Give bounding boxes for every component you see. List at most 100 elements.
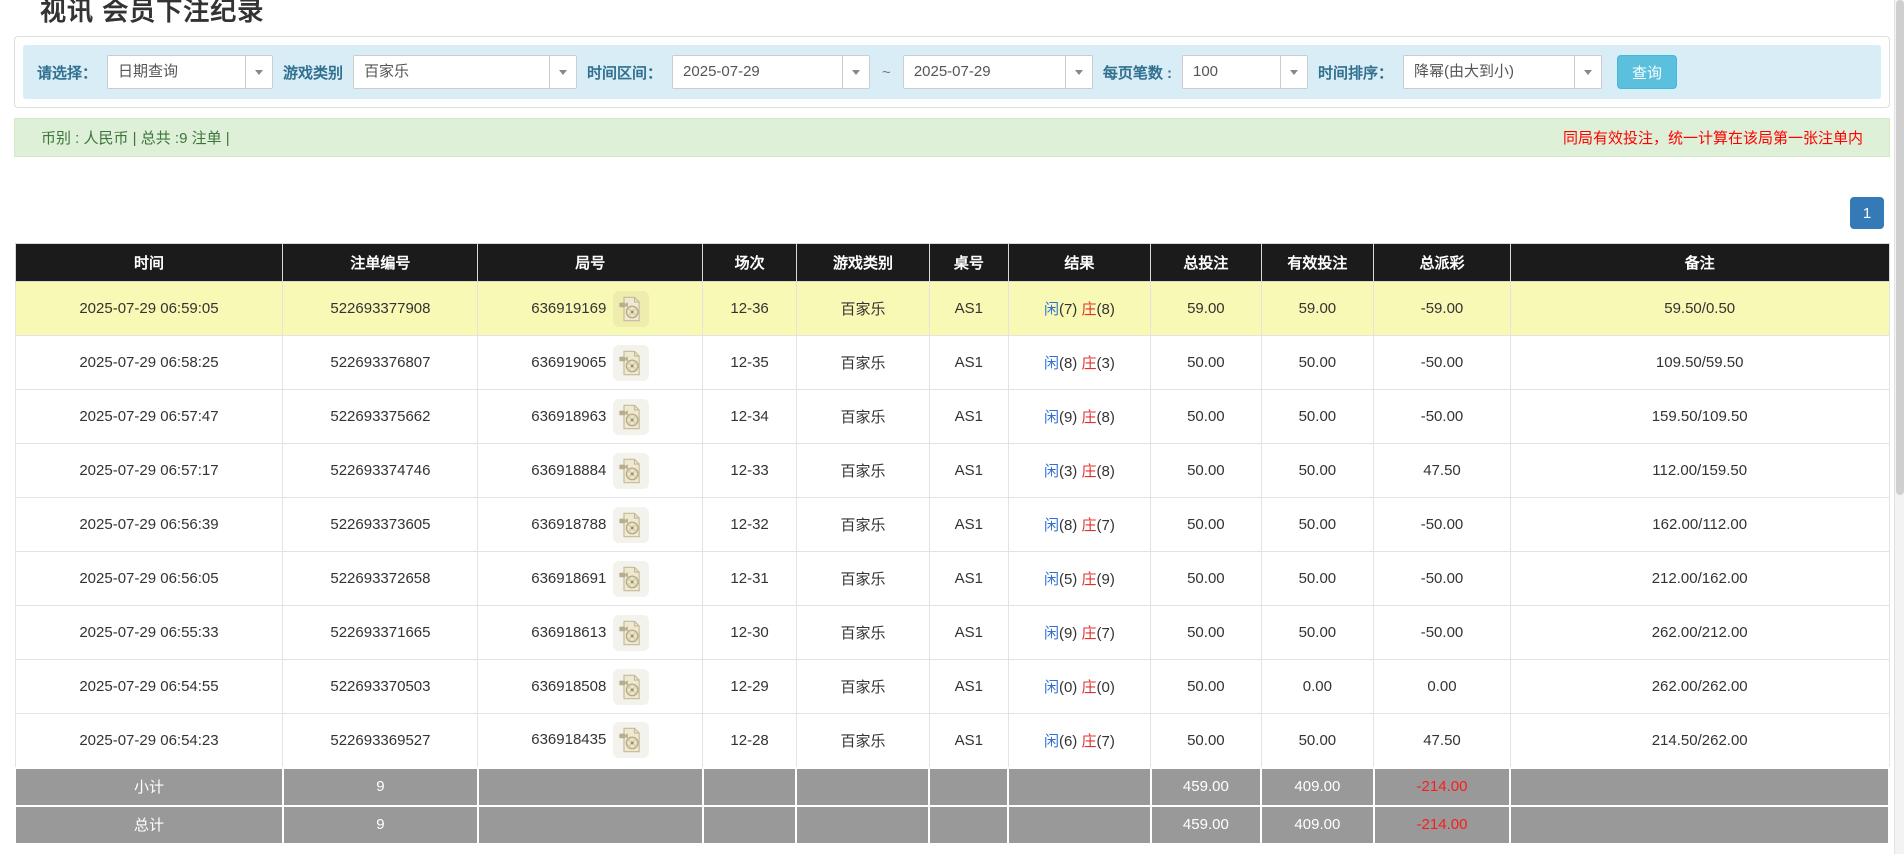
- total-valid-bet: 409.00: [1260, 766, 1375, 807]
- cell-game-type: 百家乐: [795, 551, 930, 606]
- cell-bet-id: 522693374746: [282, 443, 479, 498]
- cell-bet-id: 522693369527: [282, 713, 479, 768]
- table-row: 2025-07-29 06:59:05 522693377908 6369191…: [14, 281, 1890, 336]
- cell-total-bet-link[interactable]: 59.00: [1150, 281, 1262, 336]
- cell-session: 12-28: [702, 713, 797, 768]
- cell-total-bet-link[interactable]: 50.00: [1150, 389, 1262, 444]
- round-id-text: 636918613: [531, 623, 607, 641]
- result-player-label: 闲: [1043, 355, 1059, 372]
- cell-note: 262.00/212.00: [1509, 605, 1890, 660]
- cell-valid-bet: 50.00: [1260, 713, 1375, 768]
- date-to-select[interactable]: 2025-07-29: [902, 55, 1093, 89]
- cell-round-id: 636919169: [477, 281, 704, 336]
- page-title: 视讯 会员下注纪录: [40, 0, 265, 26]
- cell-game-type: 百家乐: [795, 443, 930, 498]
- scrollbar-thumb[interactable]: [1896, 0, 1904, 496]
- total-count: 9: [281, 766, 479, 807]
- chevron-down-icon: [549, 56, 576, 88]
- result-banker-label: 庄: [1081, 355, 1097, 372]
- video-record-icon[interactable]: [613, 560, 650, 597]
- video-record-icon[interactable]: [613, 344, 650, 381]
- video-record-icon[interactable]: [613, 290, 650, 327]
- header-valid-bet: 有效投注: [1260, 243, 1375, 282]
- table-row: 2025-07-29 06:58:25 522693376807 6369190…: [14, 335, 1890, 390]
- result-banker-label: 庄: [1081, 625, 1097, 642]
- cell-game-type: 百家乐: [795, 713, 930, 768]
- cell-total-bet-link[interactable]: 50.00: [1150, 713, 1262, 768]
- total-empty-cell: [795, 766, 931, 807]
- result-banker-points: (7): [1096, 517, 1115, 534]
- video-record-icon[interactable]: [613, 722, 650, 759]
- cell-time: 2025-07-29 06:59:05: [14, 281, 284, 336]
- table-row: 2025-07-29 06:57:47 522693375662 6369189…: [14, 389, 1890, 444]
- page-button-1[interactable]: 1: [1850, 197, 1884, 229]
- summary-total-row: 小计 9 459.00 409.00 -214.00: [14, 766, 1890, 807]
- cell-round-id: 636918435: [477, 713, 704, 768]
- date-from-value: 2025-07-29: [683, 63, 760, 80]
- result-banker-points: (8): [1096, 409, 1115, 426]
- cell-session: 12-30: [702, 605, 797, 660]
- cell-total-bet-link[interactable]: 50.00: [1150, 659, 1262, 714]
- video-record-icon[interactable]: [613, 668, 650, 705]
- video-record-icon[interactable]: [613, 398, 650, 435]
- chevron-down-icon: [1064, 56, 1092, 88]
- cell-total-bet-link[interactable]: 50.00: [1150, 497, 1262, 552]
- result-player-points: (3): [1058, 463, 1078, 480]
- total-label: 总计: [14, 804, 284, 845]
- cell-payout: -59.00: [1373, 281, 1511, 336]
- query-type-select[interactable]: 日期查询: [107, 55, 274, 89]
- time-sort-select[interactable]: 降幂(由大到小): [1403, 55, 1602, 89]
- video-record-icon[interactable]: [613, 452, 650, 489]
- result-player-points: (5): [1058, 571, 1078, 588]
- cell-table-no: AS1: [928, 281, 1009, 336]
- cell-total-bet-link[interactable]: 50.00: [1150, 443, 1262, 498]
- result-banker-label: 庄: [1081, 409, 1097, 426]
- total-total-bet: 459.00: [1149, 804, 1263, 845]
- result-player-points: (9): [1058, 409, 1078, 426]
- date-from-select[interactable]: 2025-07-29: [672, 55, 871, 89]
- cell-total-bet-link[interactable]: 50.00: [1150, 551, 1262, 606]
- cell-total-bet-link[interactable]: 50.00: [1150, 605, 1262, 660]
- cell-valid-bet: 0.00: [1260, 659, 1375, 714]
- date-to-value: 2025-07-29: [913, 63, 991, 80]
- cell-valid-bet: 50.00: [1260, 443, 1375, 498]
- cell-table-no: AS1: [928, 605, 1009, 660]
- cell-session: 12-34: [702, 389, 797, 444]
- cell-total-bet-link[interactable]: 50.00: [1150, 335, 1262, 390]
- result-player-label: 闲: [1043, 571, 1059, 588]
- cell-bet-id: 522693372658: [282, 551, 479, 606]
- total-label: 小计: [14, 766, 284, 807]
- result-banker-points: (7): [1096, 732, 1115, 750]
- result-banker-label: 庄: [1081, 301, 1097, 318]
- time-sort-label: 时间排序：: [1317, 64, 1393, 82]
- time-range-label: 时间区间：: [587, 64, 663, 82]
- cell-payout: 0.00: [1373, 659, 1511, 714]
- game-type-select[interactable]: 百家乐: [353, 55, 578, 89]
- page-size-value: 100: [1192, 63, 1219, 80]
- result-player-label: 闲: [1043, 625, 1059, 642]
- round-id-text: 636918963: [531, 407, 607, 425]
- cell-round-id: 636918788: [477, 497, 704, 552]
- cell-time: 2025-07-29 06:55:33: [14, 605, 284, 660]
- vertical-scrollbar[interactable]: [1894, 0, 1904, 854]
- cell-game-type: 百家乐: [795, 335, 930, 390]
- search-button[interactable]: 查询: [1617, 55, 1678, 89]
- cell-note: 214.50/262.00: [1509, 713, 1890, 768]
- cell-game-type: 百家乐: [795, 389, 930, 444]
- cell-table-no: AS1: [928, 713, 1009, 768]
- chevron-down-icon: [245, 56, 272, 88]
- video-record-icon[interactable]: [613, 506, 650, 543]
- summary-bar: 币别 : 人民币 | 总共 :9 注单 | 同局有效投注，统一计算在该局第一张注…: [14, 118, 1890, 157]
- page-size-select[interactable]: 100: [1181, 55, 1308, 89]
- video-record-icon[interactable]: [613, 614, 650, 651]
- cell-round-id: 636918613: [477, 605, 704, 660]
- cell-table-no: AS1: [928, 659, 1009, 714]
- query-type-label: 请选择：: [37, 64, 98, 82]
- cell-result: 闲(6) 庄(7): [1007, 713, 1152, 768]
- chevron-down-icon: [1279, 56, 1307, 88]
- cell-time: 2025-07-29 06:58:25: [14, 335, 284, 390]
- cell-round-id: 636918508: [477, 659, 704, 714]
- header-result: 结果: [1007, 243, 1152, 282]
- round-id-text: 636919169: [531, 299, 607, 317]
- cell-result: 闲(8) 庄(7): [1007, 497, 1152, 552]
